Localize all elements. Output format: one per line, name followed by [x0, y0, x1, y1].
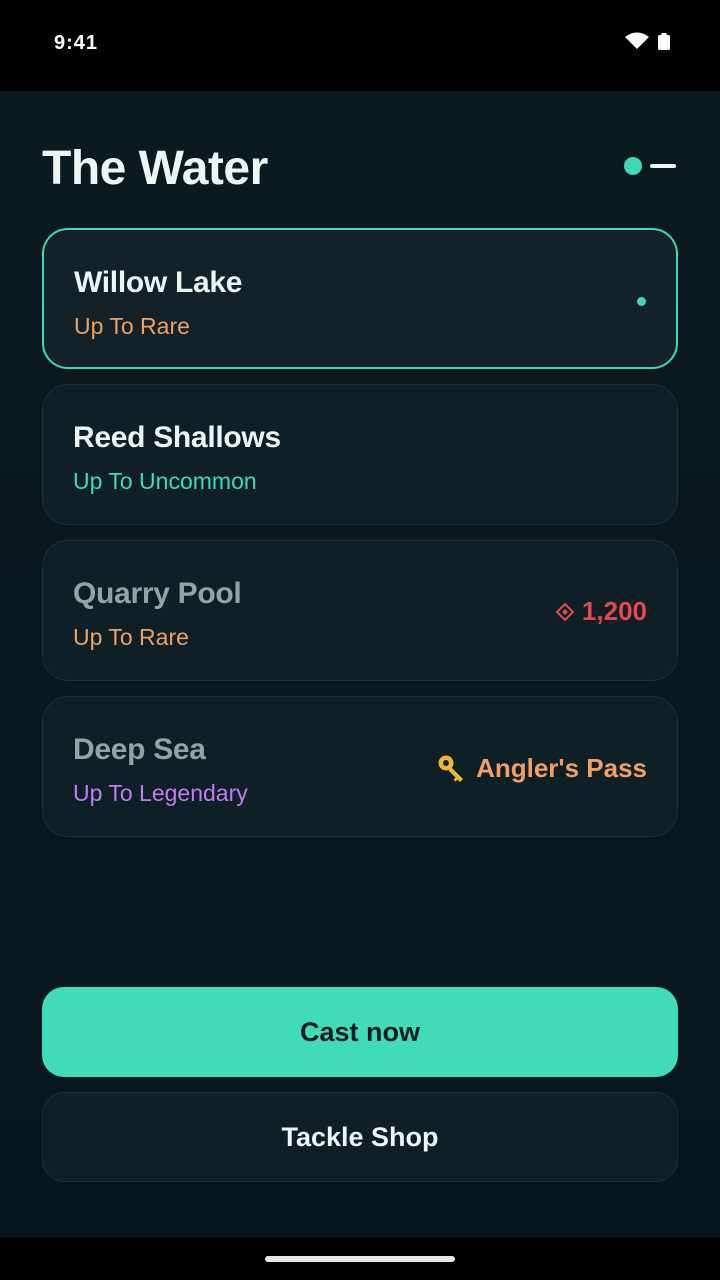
requirement-label: Angler's Pass — [476, 752, 647, 783]
dash-icon — [650, 164, 676, 168]
location-tier: Up To Rare — [74, 313, 190, 339]
location-card-willow-lake[interactable]: Willow Lake Up To Rare — [42, 228, 678, 369]
cast-now-button[interactable]: Cast now — [42, 987, 678, 1077]
location-name: Quarry Pool — [73, 577, 242, 610]
location-tier: Up To Uncommon — [73, 468, 257, 494]
home-indicator[interactable] — [265, 1256, 455, 1262]
key-icon — [438, 755, 464, 782]
gem-icon — [555, 602, 574, 621]
menu-toggle[interactable] — [624, 157, 676, 175]
battery-icon — [658, 32, 670, 50]
unlock-requirement: Angler's Pass — [436, 752, 647, 784]
tackle-shop-button[interactable]: Tackle Shop — [42, 1092, 678, 1182]
wifi-icon — [625, 32, 649, 49]
location-name: Reed Shallows — [73, 421, 281, 454]
status-icons — [624, 32, 670, 50]
selected-dot-icon — [637, 297, 646, 306]
status-dot-icon — [624, 157, 642, 175]
water-screen: The Water Willow Lake Up To Rare Reed Sh… — [0, 91, 720, 1238]
location-card-quarry-pool[interactable]: Quarry Pool Up To Rare 1,200 — [42, 540, 678, 681]
status-bar: 9:41 — [0, 0, 720, 91]
price-value: 1,200 — [581, 596, 647, 626]
navigation-bar — [0, 1238, 720, 1280]
location-tier: Up To Legendary — [73, 780, 248, 806]
location-card-reed-shallows[interactable]: Reed Shallows Up To Uncommon — [42, 384, 678, 525]
location-card-deep-sea[interactable]: Deep Sea Up To Legendary Angler's Pass — [42, 696, 678, 837]
location-name: Willow Lake — [74, 266, 243, 299]
status-time: 9:41 — [54, 32, 99, 54]
location-tier: Up To Rare — [73, 624, 189, 650]
location-name: Deep Sea — [73, 733, 206, 766]
page-title: The Water — [42, 142, 268, 195]
unlock-price: 1,200 — [555, 596, 647, 627]
